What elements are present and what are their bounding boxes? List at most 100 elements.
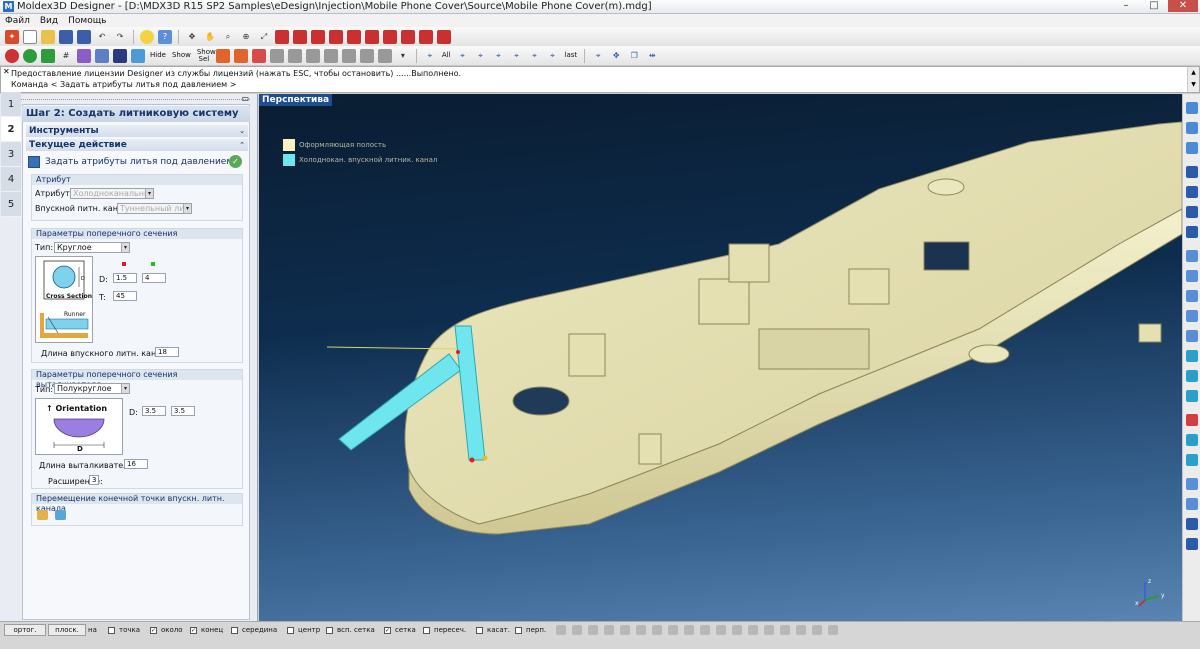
pick-curve-icon[interactable]: ⌖ bbox=[546, 49, 560, 63]
view-front-icon[interactable] bbox=[275, 29, 289, 44]
export-icon[interactable] bbox=[1186, 498, 1198, 510]
snap-checkbox[interactable] bbox=[476, 626, 483, 634]
pick-edge-icon[interactable]: ⌖ bbox=[474, 49, 488, 63]
line-icon[interactable] bbox=[1186, 250, 1198, 262]
pan-icon[interactable]: ✋ bbox=[203, 30, 217, 44]
save-as-icon[interactable] bbox=[77, 29, 91, 44]
copy-icon[interactable]: ❐ bbox=[627, 49, 641, 63]
attribute-icon[interactable] bbox=[251, 48, 266, 63]
snap-checkbox[interactable] bbox=[108, 626, 115, 634]
mold-base-icon[interactable] bbox=[1186, 414, 1198, 426]
mesh-icon[interactable] bbox=[41, 48, 55, 63]
cs-d2-input[interactable]: 4 bbox=[142, 273, 166, 283]
view-top-icon[interactable] bbox=[293, 29, 307, 44]
snap-option-perp[interactable]: перп. bbox=[515, 624, 546, 636]
apply-check-icon[interactable]: ✓ bbox=[229, 155, 242, 168]
snap-option-end[interactable]: ✓ конец bbox=[190, 624, 223, 636]
filter-line-icon[interactable] bbox=[588, 625, 598, 635]
menu-help[interactable]: Помощь bbox=[63, 16, 111, 26]
cold-runner-icon[interactable] bbox=[1186, 206, 1198, 218]
check-model-icon[interactable] bbox=[1186, 478, 1198, 490]
filter-solid-icon[interactable] bbox=[668, 625, 678, 635]
filter-icon[interactable] bbox=[233, 48, 248, 63]
expansion-input[interactable]: 3 bbox=[89, 475, 99, 485]
close-button[interactable]: ✕ bbox=[1168, 0, 1198, 12]
console-scrollbar[interactable]: ▲ ▼ bbox=[1187, 67, 1199, 92]
arc-icon[interactable] bbox=[1186, 270, 1198, 282]
filter-point-icon[interactable] bbox=[556, 625, 566, 635]
filter-layer-icon[interactable] bbox=[732, 625, 742, 635]
filter-runner-icon[interactable] bbox=[748, 625, 758, 635]
polyline-icon[interactable] bbox=[1186, 310, 1198, 322]
view-iso-icon[interactable] bbox=[383, 29, 397, 44]
step-tab-4[interactable]: 4 bbox=[1, 167, 21, 192]
runner-curve-icon[interactable] bbox=[1186, 142, 1198, 154]
view-iso3-icon[interactable] bbox=[419, 29, 433, 44]
insert-icon[interactable] bbox=[1186, 434, 1198, 446]
dock-grip[interactable] bbox=[12, 99, 250, 101]
reset-endpoint-icon[interactable] bbox=[55, 510, 66, 520]
new-file-icon[interactable] bbox=[23, 29, 37, 44]
help-icon[interactable]: ? bbox=[158, 29, 172, 44]
ej-type-select[interactable]: Полукруглое ▾ bbox=[54, 383, 130, 394]
snap-checkbox[interactable] bbox=[515, 626, 522, 634]
cooling-icon[interactable] bbox=[1186, 350, 1198, 362]
tools-header[interactable]: Инструменты ⌄ bbox=[26, 125, 248, 137]
step-tab-3[interactable]: 3 bbox=[1, 142, 21, 167]
snap-checkbox[interactable]: ✓ bbox=[384, 626, 391, 634]
zoom-icon[interactable]: ⊕ bbox=[239, 30, 253, 44]
open-folder-icon[interactable] bbox=[41, 29, 55, 44]
section-icon[interactable] bbox=[287, 48, 302, 63]
pick-face-icon[interactable]: ⌖ bbox=[456, 49, 470, 63]
attribute-select[interactable]: Холодноканальный ▾ bbox=[70, 188, 154, 199]
gate-icon[interactable] bbox=[1186, 166, 1198, 178]
lightbulb-icon[interactable] bbox=[140, 29, 154, 44]
undo-icon[interactable]: ↶ bbox=[95, 30, 109, 44]
pick-icon[interactable]: ⌖ bbox=[423, 49, 437, 63]
new-icon[interactable]: ✦ bbox=[5, 29, 19, 44]
snap-checkbox[interactable] bbox=[287, 626, 294, 634]
save-icon[interactable] bbox=[59, 29, 73, 44]
offset-icon[interactable] bbox=[1186, 330, 1198, 342]
gate-length-input[interactable]: 18 bbox=[155, 347, 179, 357]
baffle-icon[interactable] bbox=[1186, 370, 1198, 382]
color-icon[interactable] bbox=[113, 48, 127, 63]
runner-create-icon[interactable] bbox=[1186, 102, 1198, 114]
snap-option-tangent[interactable]: касат. bbox=[476, 624, 510, 636]
view-bottom-icon[interactable] bbox=[347, 29, 361, 44]
snap-option-mid[interactable]: середина bbox=[231, 624, 277, 636]
dock-pin-icon[interactable]: ▭ bbox=[241, 94, 249, 103]
bubbler-icon[interactable] bbox=[1186, 390, 1198, 402]
menu-file[interactable]: Файл bbox=[0, 16, 35, 26]
filter-surface-icon[interactable] bbox=[636, 625, 646, 635]
sprue-icon[interactable] bbox=[1186, 186, 1198, 198]
step-tab-5[interactable]: 5 bbox=[1, 192, 21, 217]
show-selected-button[interactable]: Show Sel bbox=[197, 48, 216, 63]
move-icon[interactable]: ✥ bbox=[609, 49, 623, 63]
cs-d1-input[interactable]: 1.5 bbox=[113, 273, 137, 283]
snap-option-on[interactable]: на bbox=[88, 624, 97, 636]
step-tab-1[interactable]: 1 bbox=[1, 92, 21, 117]
snap-checkbox[interactable] bbox=[326, 626, 333, 634]
hide-button[interactable]: Hide bbox=[150, 52, 166, 59]
view-back-icon[interactable] bbox=[329, 29, 343, 44]
view-iso4-icon[interactable] bbox=[437, 29, 451, 44]
zoom-window-icon[interactable]: ⌕ bbox=[221, 30, 235, 44]
pick-box-icon[interactable]: ⌖ bbox=[510, 49, 524, 63]
filter-element-icon[interactable] bbox=[700, 625, 710, 635]
plane-toggle[interactable]: плоск. bbox=[48, 624, 86, 636]
capture-icon[interactable] bbox=[377, 48, 392, 63]
ej-length-input[interactable]: 16 bbox=[124, 459, 148, 469]
snap-option-point[interactable]: точка bbox=[108, 624, 140, 636]
grid-icon[interactable]: # bbox=[59, 49, 73, 63]
probe-icon[interactable] bbox=[323, 48, 338, 63]
ortho-toggle[interactable]: ортог. bbox=[4, 624, 46, 636]
shade-icon[interactable] bbox=[5, 48, 19, 63]
snap-checkbox[interactable] bbox=[231, 626, 238, 634]
filter-group-icon[interactable] bbox=[716, 625, 726, 635]
maximize-button[interactable]: □ bbox=[1140, 0, 1168, 12]
mesh-gen-icon[interactable] bbox=[1186, 454, 1198, 466]
snap-option-aux-grid[interactable]: всп. сетка bbox=[326, 624, 375, 636]
ej-d2-input[interactable]: 3.5 bbox=[171, 406, 195, 416]
layer-icon[interactable] bbox=[95, 48, 109, 63]
